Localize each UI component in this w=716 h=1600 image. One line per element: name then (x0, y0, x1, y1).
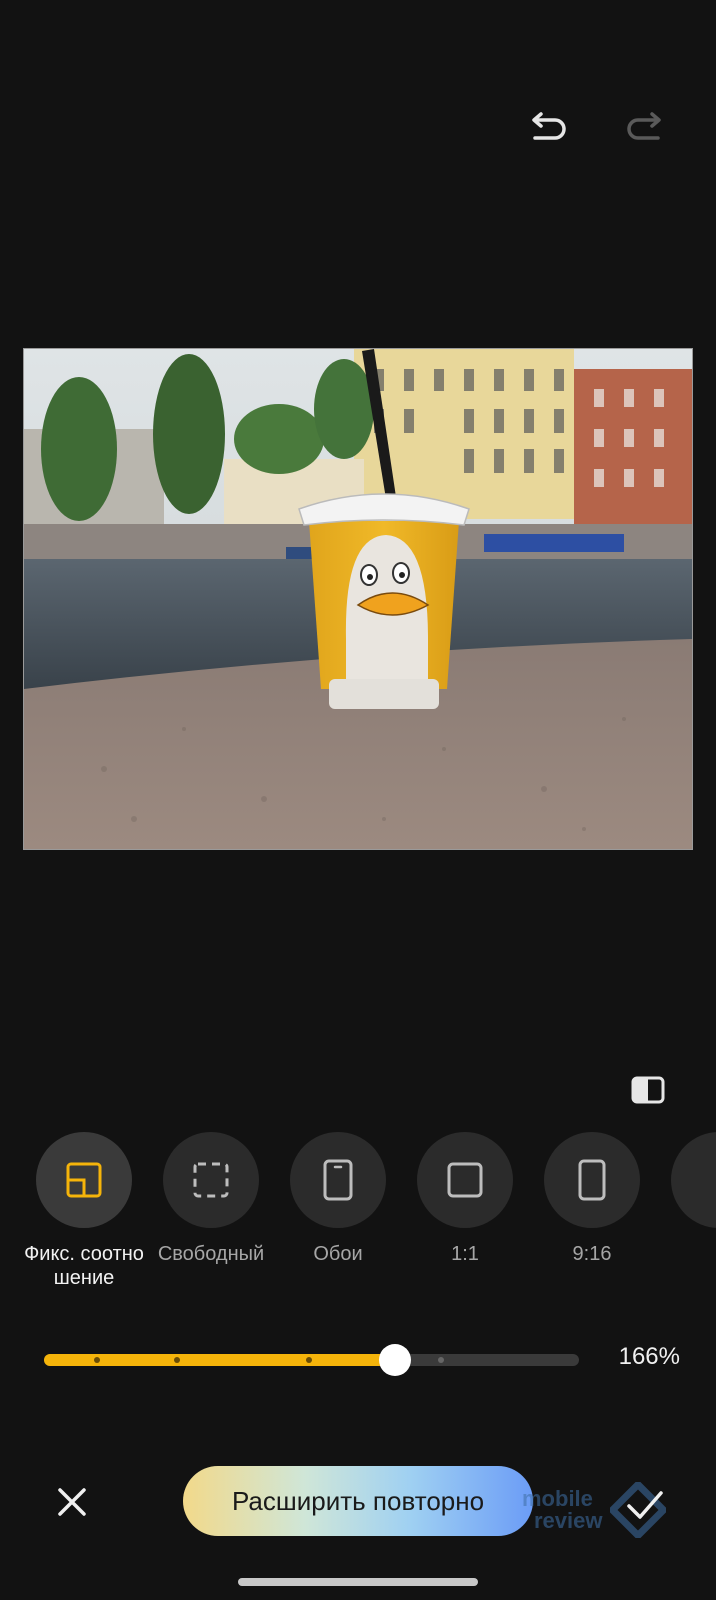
ratio-label-wallpaper: Обои (313, 1243, 363, 1265)
ratio-option-9-16-circle[interactable] (544, 1132, 640, 1228)
watermark-line2: review (534, 1508, 603, 1533)
ratio-option-1-1[interactable]: 1:1 (401, 1132, 529, 1266)
zoom-value: 166% (618, 1343, 680, 1370)
compare-icon (631, 1076, 665, 1104)
zoom-tick (438, 1357, 444, 1363)
square-icon (447, 1162, 483, 1198)
ratio-option-9-16[interactable]: 9:16 (528, 1132, 656, 1266)
zoom-tick (94, 1357, 100, 1363)
ratio-option-wallpaper[interactable]: Обои (274, 1132, 402, 1266)
ratio-label-fixed: Фикс. соотношение (24, 1243, 144, 1289)
ratio-option-fixed[interactable]: Фикс. соотношение (20, 1132, 148, 1290)
portrait-icon (578, 1159, 606, 1201)
zoom-tick (306, 1357, 312, 1363)
compare-button[interactable] (628, 1070, 668, 1110)
zoom-slider-knob[interactable] (379, 1344, 411, 1376)
ratio-option-more[interactable] (655, 1132, 716, 1228)
close-button[interactable] (50, 1480, 94, 1524)
ratio-label-free: Свободный (157, 1243, 265, 1265)
undo-button[interactable] (527, 106, 571, 150)
zoom-tick (174, 1357, 180, 1363)
redo-icon (627, 112, 661, 140)
photo-canvas[interactable] (23, 348, 693, 850)
ratio-option-wallpaper-circle[interactable] (290, 1132, 386, 1228)
aspect-ratio-list: Фикс. соотношение Свободный Обои 1:1 9:1… (0, 1132, 716, 1292)
ratio-option-more-circle[interactable] (671, 1132, 716, 1228)
fixed-ratio-icon (66, 1162, 102, 1198)
ratio-option-free[interactable]: Свободный (147, 1132, 275, 1266)
wallpaper-icon (323, 1159, 353, 1201)
home-indicator[interactable] (238, 1578, 478, 1586)
check-icon (627, 1491, 663, 1519)
expand-again-button[interactable]: Расширить повторно (183, 1466, 533, 1536)
watermark-line1: mobile (522, 1486, 593, 1511)
confirm-button[interactable] (620, 1480, 670, 1530)
ratio-option-1-1-circle[interactable] (417, 1132, 513, 1228)
redo-button[interactable] (622, 106, 666, 150)
ratio-option-free-circle[interactable] (163, 1132, 259, 1228)
ratio-label-9-16: 9:16 (572, 1243, 612, 1265)
close-icon (58, 1488, 86, 1516)
zoom-slider[interactable] (44, 1340, 579, 1380)
ratio-label-1-1: 1:1 (451, 1243, 479, 1265)
undo-icon (532, 112, 566, 140)
ratio-option-fixed-circle[interactable] (36, 1132, 132, 1228)
free-crop-icon (193, 1162, 229, 1198)
